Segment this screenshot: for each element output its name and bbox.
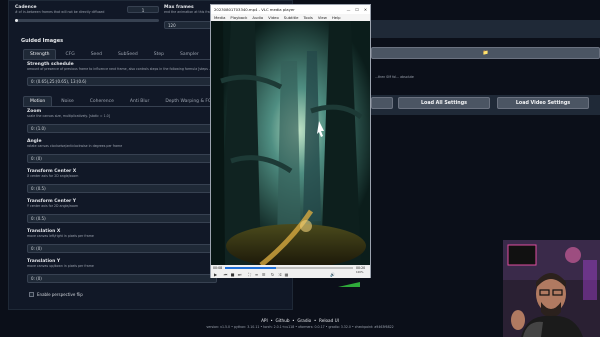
previous-icon[interactable]: ⏮ (223, 272, 228, 277)
footer-api-link[interactable]: API (261, 318, 268, 323)
right-top-strip (371, 20, 600, 38)
translation-y-group: Translation Y move canvas up/down in pix… (27, 259, 94, 268)
translation-x-desc: move canvas left/right in pixels per fra… (27, 234, 94, 238)
shuffle-icon[interactable]: ⤨ (277, 272, 282, 277)
menu-subtitle[interactable]: Subtitle (284, 15, 299, 20)
save-settings-button-partial[interactable] (371, 97, 393, 109)
load-video-settings-button[interactable]: Load Video Settings (497, 97, 589, 109)
loop-icon[interactable]: ↻ (270, 272, 275, 277)
seek-track[interactable] (225, 267, 353, 269)
strength-schedule-group: Strength schedule amount of presence of … (27, 62, 217, 71)
transform-y-desc: Y center axis for 2D angle/zoom (27, 204, 79, 208)
vlc-controls: ▶ ⏮ ■ ⏭ ⛶ ≡ ☰ ↻ ⤨ ▦ 🔊 100% (211, 271, 370, 287)
footer-gradio-link[interactable]: Gradio (297, 318, 311, 323)
playlist-icon[interactable]: ☰ (261, 272, 266, 277)
vlc-window: 20230801T03340.mp4 - VLC media player — … (210, 4, 371, 287)
vlc-menubar: Media Playback Audio Video Subtitle Tool… (211, 14, 370, 21)
forest-scene (211, 21, 370, 265)
time-elapsed: 00:08 (213, 266, 223, 270)
play-icon[interactable]: ▶ (213, 272, 218, 277)
tabs-divider (23, 59, 219, 60)
fullscreen-icon[interactable]: ⛶ (247, 272, 252, 277)
vlc-title: 20230801T03340.mp4 - VLC media player (214, 7, 295, 12)
angle-input[interactable]: 0: (0) (27, 154, 217, 163)
motion-divider (23, 106, 219, 107)
vlc-titlebar: 20230801T03340.mp4 - VLC media player — … (211, 5, 370, 14)
footer-reload-ui-link[interactable]: Reload UI (319, 318, 339, 323)
strength-schedule-input[interactable]: 0: (0.65),25:(0.65), 13:(0.6) (27, 77, 217, 86)
app-root: Cadence # of in-between frames that will… (0, 0, 600, 337)
menu-audio[interactable]: Audio (252, 15, 263, 20)
translation-x-input[interactable]: 0: (0) (27, 244, 217, 253)
menu-help[interactable]: Help (332, 15, 341, 20)
time-total: 00:20 (356, 266, 366, 270)
menu-playback[interactable]: Playback (230, 15, 247, 20)
guided-images-title: Guided Images (21, 38, 64, 44)
cadence-desc: # of in-between frames that will not be … (15, 10, 105, 14)
zoom-input[interactable]: 0: (1.0) (27, 124, 217, 133)
stop-icon[interactable]: ■ (230, 272, 235, 277)
transform-x-input[interactable]: 0: (0.5) (27, 184, 217, 193)
menu-video[interactable]: Video (268, 15, 279, 20)
path-note: ...then 0M fol... absolute (375, 75, 414, 79)
seek-progress (225, 267, 277, 269)
volume-level: 100% (356, 271, 364, 274)
video-frame-forest[interactable] (211, 21, 370, 265)
speaker-icon[interactable]: 🔊 (330, 272, 335, 277)
angle-desc: rotate canvas clockwise/anticlockwise in… (27, 144, 123, 148)
load-all-settings-button[interactable]: Load All Settings (398, 97, 490, 109)
folder-button[interactable]: 📁 (371, 47, 600, 59)
frame-step-icon[interactable]: ▦ (284, 272, 289, 277)
angle-group: Angle rotate canvas clockwise/anticlockw… (27, 139, 122, 148)
window-controls: — ☐ ✕ (347, 7, 367, 12)
zoom-group: Zoom scale the canvas size, multiplicati… (27, 109, 110, 118)
transform-y-group: Transform Center Y Y center axis for 2D … (27, 199, 78, 208)
translation-x-group: Translation X move canvas left/right in … (27, 229, 94, 238)
translation-y-desc: move canvas up/down in pixels per frame (27, 264, 94, 268)
strength-schedule-desc: amount of presence of previous frame to … (27, 67, 217, 71)
menu-tools[interactable]: Tools (303, 15, 312, 20)
zoom-desc: scale the canvas size, multiplicatively.… (27, 114, 110, 118)
streamer-webcam-image (503, 240, 600, 337)
transform-x-group: Transform Center X X center axis for 2D … (27, 169, 78, 178)
cadence-group: Cadence # of in-between frames that will… (15, 5, 104, 14)
cadence-input[interactable]: 1 (127, 6, 159, 13)
perspective-flip-checkbox[interactable] (29, 292, 34, 297)
cadence-slider[interactable] (15, 19, 159, 22)
extended-settings-icon[interactable]: ≡ (254, 272, 259, 277)
menu-media[interactable]: Media (214, 15, 225, 20)
translation-y-input[interactable]: 0: (0) (27, 274, 217, 283)
folder-icon: 📁 (482, 50, 489, 56)
maximize-icon[interactable]: ☐ (355, 7, 358, 12)
transform-x-desc: X center axis for 2D angle/zoom (27, 174, 79, 178)
minimize-icon[interactable]: — (347, 7, 351, 12)
next-icon[interactable]: ⏭ (237, 272, 242, 277)
footer-github-link[interactable]: Github (275, 318, 289, 323)
close-icon[interactable]: ✕ (364, 7, 367, 12)
menu-view[interactable]: View (318, 15, 327, 20)
perspective-flip-label: Enable perspective flip (37, 292, 83, 297)
webcam-overlay (503, 240, 600, 337)
transform-y-input[interactable]: 0: (0.5) (27, 214, 217, 223)
